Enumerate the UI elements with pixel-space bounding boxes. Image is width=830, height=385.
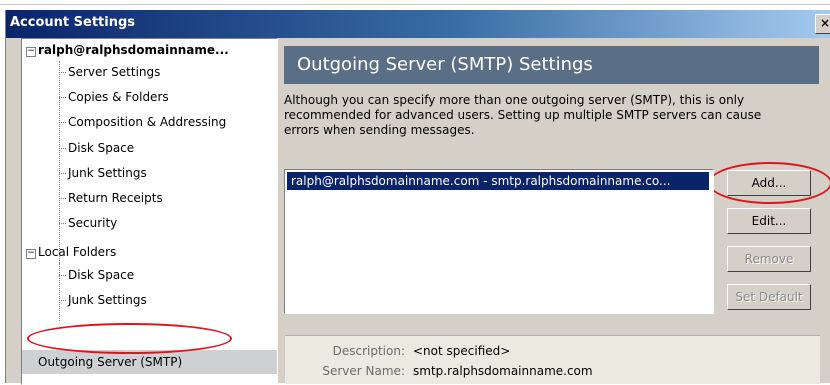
close-button[interactable]: ×: [815, 14, 830, 34]
panel-header: Outgoing Server (SMTP) Settings: [284, 46, 819, 84]
tree-item-local-disk-space[interactable]: Disk Space: [68, 268, 134, 282]
tree-item-junk-settings[interactable]: Junk Settings: [68, 166, 147, 180]
set-default-button[interactable]: Set Default: [727, 284, 811, 310]
tree-branch: [59, 122, 66, 123]
smtp-server-list[interactable]: ralph@ralphsdomainname.com - smtp.ralphs…: [284, 169, 714, 314]
tree-item-local-folders[interactable]: Local Folders: [38, 245, 116, 259]
description-line: Although you can specify more than one o…: [284, 93, 745, 107]
collapse-icon[interactable]: −: [26, 249, 36, 259]
tree-branch: [59, 173, 66, 174]
smtp-server-row[interactable]: ralph@ralphsdomainname.com - smtp.ralphs…: [287, 172, 709, 190]
tree-item-security[interactable]: Security: [68, 216, 117, 230]
tree-item-account[interactable]: ralph@ralphsdomainname...: [38, 43, 229, 57]
server-name-label: Server Name:: [322, 364, 405, 378]
edit-button[interactable]: Edit...: [727, 208, 811, 234]
tree-item-composition[interactable]: Composition & Addressing: [68, 115, 226, 129]
server-name-value: smtp.ralphsdomainname.com: [413, 364, 593, 378]
panel-description: Although you can specify more than one o…: [284, 93, 824, 138]
tree-branch: [59, 223, 66, 224]
tree-branch: [59, 72, 66, 73]
tree-connector: [59, 263, 60, 321]
description-line: errors when sending messages.: [284, 123, 475, 137]
tree-branch: [59, 275, 66, 276]
remove-button[interactable]: Remove: [727, 246, 811, 272]
tree-connector: [59, 61, 60, 271]
page-top-rule: [0, 0, 830, 5]
description-value: <not specified>: [413, 344, 511, 358]
tree-item-local-junk-settings[interactable]: Junk Settings: [68, 293, 147, 307]
tree-item-return-receipts[interactable]: Return Receipts: [68, 191, 163, 205]
add-button[interactable]: Add...: [727, 170, 811, 196]
tree-branch: [59, 97, 66, 98]
collapse-icon[interactable]: −: [26, 47, 36, 57]
description-line: recommended for advanced users. Setting …: [284, 108, 762, 122]
server-details: Description: <not specified> Server Name…: [285, 335, 820, 384]
window-title: Account Settings: [10, 15, 136, 30]
tree-branch: [59, 198, 66, 199]
tree-item-copies-folders[interactable]: Copies & Folders: [68, 90, 169, 104]
annotation-oval-outgoing: [27, 323, 232, 354]
title-bar: Account Settings ×: [6, 10, 830, 38]
tree-branch: [59, 300, 66, 301]
tree-item-disk-space[interactable]: Disk Space: [68, 141, 134, 155]
tree-branch: [59, 148, 66, 149]
tree-item-server-settings[interactable]: Server Settings: [68, 65, 160, 79]
panel-heading: Outgoing Server (SMTP) Settings: [297, 54, 593, 75]
description-label: Description:: [332, 344, 405, 358]
tree-item-outgoing-server[interactable]: Outgoing Server (SMTP): [38, 355, 182, 369]
